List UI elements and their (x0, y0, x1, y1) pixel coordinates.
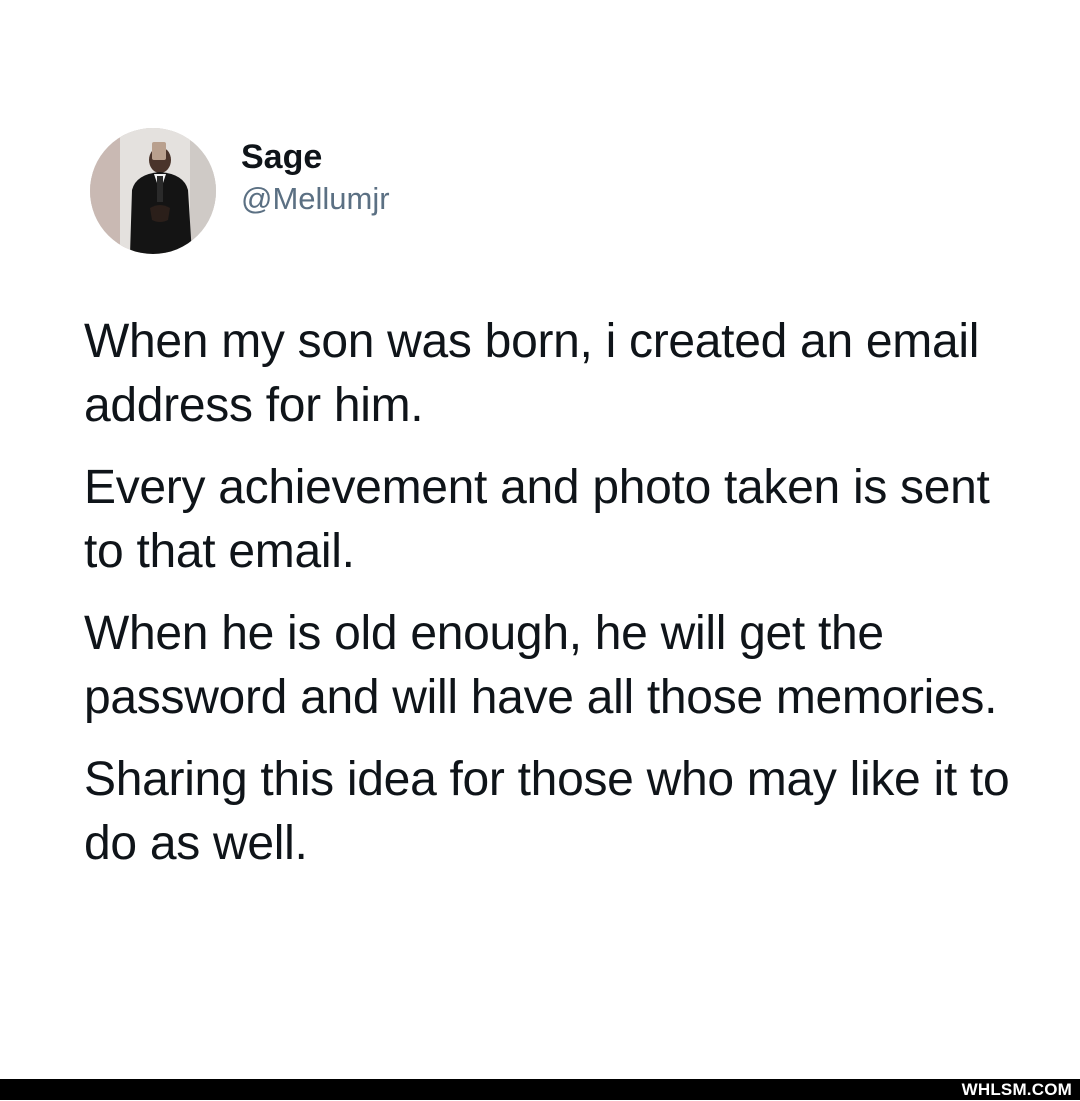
author-handle[interactable]: @Mellumjr (241, 180, 390, 218)
tweet-header: Sage @Mellumjr (90, 128, 390, 254)
tweet-text: When my son was born, i created an email… (84, 310, 1014, 894)
avatar[interactable] (90, 128, 216, 254)
author-display-name[interactable]: Sage (241, 136, 390, 178)
tweet-paragraph: When my son was born, i created an email… (84, 315, 980, 432)
tweet-paragraph: Every achievement and photo taken is sen… (84, 461, 990, 578)
avatar-photo (90, 128, 216, 254)
tweet-paragraph: When he is old enough, he will get the p… (84, 607, 998, 724)
tweet-paragraph: Sharing this idea for those who may like… (84, 753, 1010, 870)
footer-bar: WHLSM.COM (0, 1079, 1080, 1100)
author-names: Sage @Mellumjr (241, 136, 390, 218)
watermark-label: WHLSM.COM (961, 1080, 1072, 1099)
